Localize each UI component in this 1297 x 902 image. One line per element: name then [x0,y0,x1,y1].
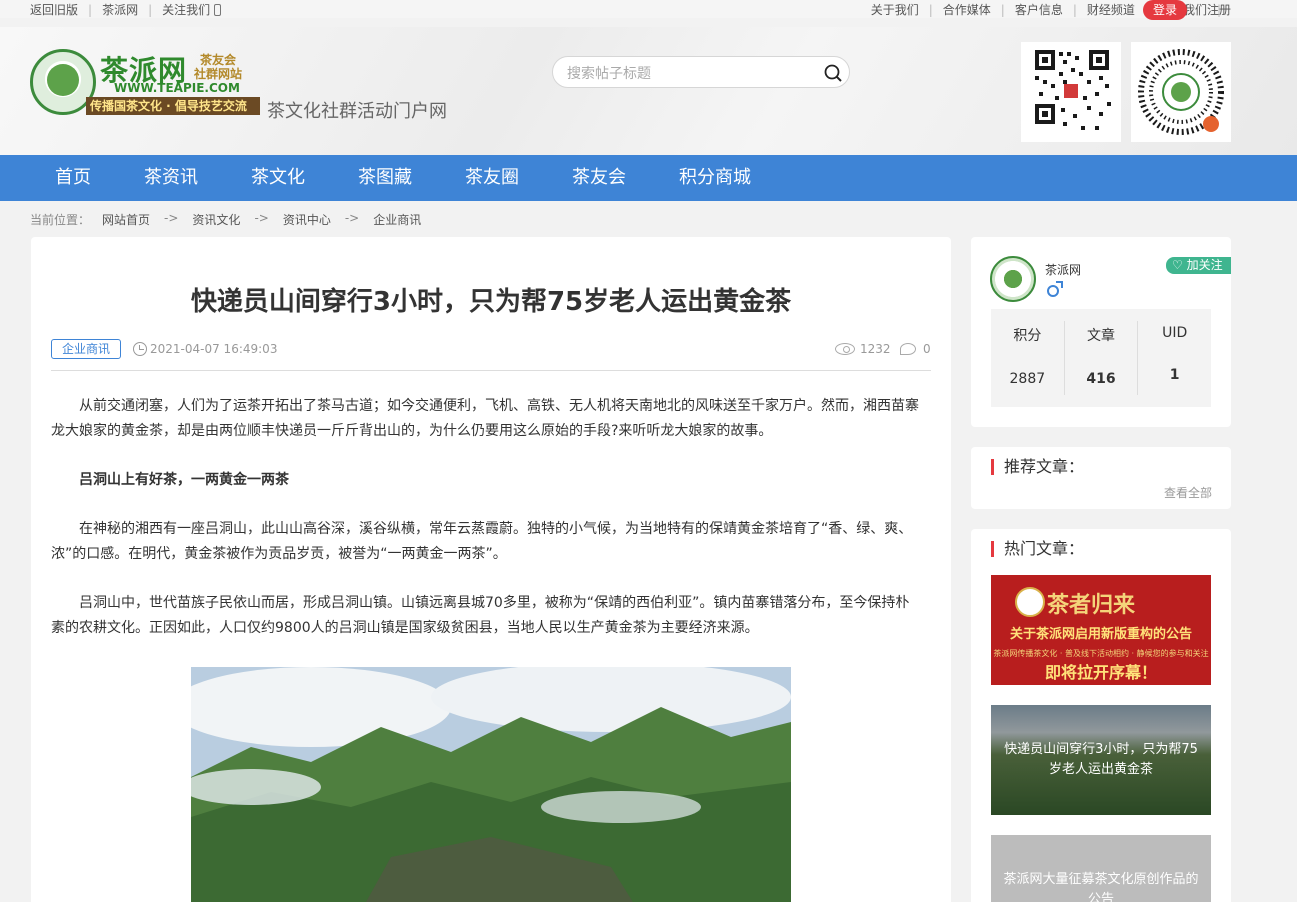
stat-value: 1 [1169,367,1180,383]
home-brand-link[interactable]: 茶派网 [102,1,138,18]
article-paragraph: 吕洞山中，世代苗族子民依山而居，形成吕洞山镇。山镇远离县城70多里，被称为“保靖… [51,595,910,636]
phone-icon [214,3,222,16]
view-all-link[interactable]: 查看全部 [1164,484,1212,501]
breadcrumb-home[interactable]: 网站首页 [102,211,150,228]
comment-count[interactable]: 0 [923,342,931,356]
divider: | [1000,2,1005,17]
article-meta: 企业商讯 2021-04-07 16:49:03 1232 0 [51,339,931,371]
breadcrumb-arrow: -> [344,211,360,225]
stat-uid: UID 1 [1138,321,1211,395]
author-stats: 积分 2887 文章 416 UID 1 [991,309,1211,407]
follow-us-link[interactable]: 关注我们 [162,1,210,18]
stat-articles: 文章 416 [1065,321,1139,395]
mini-program-code [1131,42,1231,142]
banner-line: 即将拉开序幕！ [1044,663,1157,682]
media-link[interactable]: 合作媒体 [943,1,991,18]
author-card: 茶派网 ♡ 加关注 积分 2887 文章 416 UID 1 [971,237,1231,427]
article-paragraph: 从前交通闭塞，人们为了运茶开拓出了茶马古道；如今交通便利，飞机、高铁、无人机将天… [51,398,919,439]
follow-label: 加关注 [1186,258,1223,272]
article-body: 从前交通闭塞，人们为了运茶开拓出了茶马古道；如今交通便利，飞机、高铁、无人机将天… [51,394,921,665]
register-link[interactable]: 注册 [1207,1,1231,18]
hot-article-item[interactable]: 快递员山间穿行3小时，只为帮75岁老人运出黄金茶 [991,705,1211,815]
site-logo[interactable]: 茶派网 茶友会 社群网站 WWW.TEAPIE.COM 传播国茶文化 · 倡导技… [30,49,260,117]
recommend-card: 推荐文章： 查看全部 [971,447,1231,509]
avatar[interactable] [990,256,1036,302]
logo-url: WWW.TEAPIE.COM [114,81,240,95]
follow-heart-icon: ♡ [1172,258,1183,272]
site-tagline: 茶文化社群活动门户网 [267,101,447,122]
old-version-link[interactable]: 返回旧版 [30,1,78,18]
divider: | [88,2,93,17]
breadcrumb-arrow: -> [254,211,269,225]
main-nav: 首页 茶资讯 茶文化 茶图藏 茶友圈 茶友会 积分商城 [0,155,1297,201]
top-bar: 返回旧版 | 茶派网 | 关注我们 关于我们 | 合作媒体 | 客户信息 | 财… [0,0,1297,18]
breadcrumb: 当前位置： 网站首页 -> 资讯文化 -> 资讯中心 -> 企业商讯 [30,211,421,228]
view-count: 1232 [860,342,891,356]
search-box [552,56,850,88]
male-icon [1047,281,1063,297]
login-button[interactable]: 登录 [1143,0,1187,20]
breadcrumb-culture[interactable]: 资讯文化 [192,211,240,228]
finance-link[interactable]: 财经频道 [1087,1,1135,18]
breadcrumb-arrow: -> [164,211,179,225]
banner-heading: 茶者归来 [1047,592,1136,618]
article-title: 快递员山间穿行3小时，只为帮75岁老人运出黄金茶 [190,287,792,317]
stat-label: 文章 [1087,328,1115,344]
stat-value: 2887 [1009,371,1046,387]
hot-article-caption: 茶派网大量征募茶文化原创作品的公告 [1003,872,1199,902]
comment-icon[interactable] [900,343,916,355]
article-panel: 快递员山间穿行3小时，只为帮75岁老人运出黄金茶 企业商讯 2021-04-07… [31,237,951,902]
follow-button[interactable]: ♡ 加关注 [1166,257,1231,274]
site-header: 茶派网 茶友会 社群网站 WWW.TEAPIE.COM 传播国茶文化 · 倡导技… [0,27,1297,155]
nav-item-club[interactable]: 茶友会 [572,155,626,201]
brand-logo-icon [1015,587,1045,617]
author-name[interactable]: 茶派网 [1045,261,1081,278]
nav-item-culture[interactable]: 茶文化 [251,155,305,201]
banner-small-line: 茶派网传播茶文化 · 普及线下活动相约 · 静候您的参与和关注 [993,649,1209,658]
hot-article-banner[interactable]: 茶者归来 关于茶派网启用新版重构的公告 茶派网传播茶文化 · 普及线下活动相约 … [991,575,1211,685]
breadcrumb-label: 当前位置： [30,213,91,227]
nav-item-shop[interactable]: 积分商城 [679,155,751,201]
nav-item-gallery[interactable]: 茶图藏 [358,155,412,201]
breadcrumb-news-center[interactable]: 资讯中心 [283,211,331,228]
search-icon[interactable] [823,63,843,83]
banner-line: 关于茶派网启用新版重构的公告 [1009,627,1192,642]
recommend-title: 推荐文章： [991,459,1084,475]
divider: | [928,2,933,17]
article-image-mountain-village [191,667,791,902]
stat-label: UID [1162,325,1188,341]
eye-icon [835,343,855,355]
stat-points: 积分 2887 [991,321,1065,395]
logo-subtitle: 社群网站 [194,67,243,81]
article-paragraph: 在神秘的湘西有一座吕洞山，此山山高谷深，溪谷纵横，常年云蒸霞蔚。独特的小气候，为… [51,521,913,562]
logo-slogan: 传播国茶文化 · 倡导技艺交流 [86,97,260,115]
top-left-links: 返回旧版 | 茶派网 | 关注我们 [30,1,222,18]
clock-icon [133,342,147,356]
category-tag[interactable]: 企业商讯 [51,339,122,359]
search-input[interactable] [567,63,817,83]
breadcrumb-category[interactable]: 企业商讯 [373,211,421,228]
stat-label: 积分 [1013,328,1042,344]
nav-item-circle[interactable]: 茶友圈 [465,155,519,201]
wechat-qr-code [1021,42,1121,142]
stat-value: 416 [1086,371,1116,387]
hot-articles-card: 热门文章： 茶者归来 关于茶派网启用新版重构的公告 茶派网传播茶文化 · 普及线… [971,529,1231,902]
client-info-link[interactable]: 客户信息 [1015,1,1063,18]
hot-article-item[interactable]: 茶派网大量征募茶文化原创作品的公告 [991,835,1211,902]
article-subheading: 吕洞山上有好茶，一两黄金一两茶 [79,472,289,488]
nav-item-news[interactable]: 茶资讯 [144,155,198,201]
about-link[interactable]: 关于我们 [871,1,919,18]
divider: | [1072,2,1077,17]
hot-title: 热门文章： [991,541,1084,557]
publish-date: 2021-04-07 16:49:03 [150,342,278,356]
nav-item-home[interactable]: 首页 [55,155,91,201]
divider: | [148,2,153,17]
hot-article-caption: 快递员山间穿行3小时，只为帮75岁老人运出黄金茶 [991,705,1211,815]
